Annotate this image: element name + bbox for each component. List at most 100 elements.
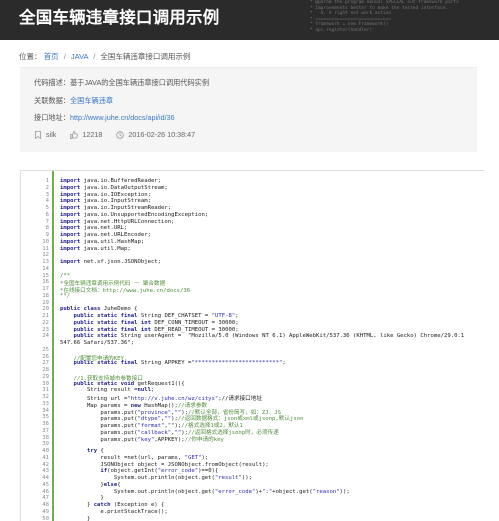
gutter-accent-bar: [52, 171, 54, 521]
line-number: 3: [21, 192, 49, 198]
line-number: 45: [21, 482, 49, 488]
breadcrumb-label: 位置：: [19, 52, 42, 61]
line-number: 33: [21, 401, 49, 407]
code-line: }else{: [60, 482, 121, 488]
description-value: 基于JAVA的全国车辆违章接口调用代码实例: [70, 78, 209, 87]
line-number: 48: [21, 502, 49, 508]
line-number: 28: [21, 367, 49, 373]
line-number: 31: [21, 387, 49, 393]
code-line: public static final int DEF_CONN_TIMEOUT…: [60, 320, 239, 326]
code-line: System.out.println(object.get("error_cod…: [60, 489, 350, 495]
author-name: silk: [46, 130, 56, 139]
code-line: import java.net.URL;: [60, 225, 127, 231]
code-line: public static void getRequest1(){: [60, 381, 185, 387]
breadcrumb-separator: /: [93, 52, 95, 61]
code-line: public static final String APPKEY ="****…: [60, 360, 286, 366]
breadcrumb-home-link[interactable]: 首页: [44, 52, 59, 61]
breadcrumb-java-link[interactable]: JAVA: [71, 52, 88, 61]
line-number: 39: [21, 441, 49, 447]
bookmark-icon: [34, 131, 42, 139]
line-number: 25: [21, 347, 49, 353]
line-number: 5: [21, 205, 49, 211]
code-line: }: [60, 516, 90, 521]
code-line: if(object.getInt("error_code")==0){: [60, 468, 218, 474]
author-meta: silk: [34, 130, 56, 139]
code-line: import java.io.InputStream;: [60, 198, 151, 204]
line-number: 30: [21, 381, 49, 387]
line-number: 41: [21, 455, 49, 461]
line-number: 44: [21, 475, 49, 481]
line-number: 49: [21, 509, 49, 515]
line-number: 32: [21, 394, 49, 400]
line-number: 7: [21, 219, 49, 225]
clock-icon: [116, 131, 124, 139]
banner-code-background: * @param the program manual SPECIAL out-…: [299, 0, 499, 40]
line-number: 20: [21, 306, 49, 312]
code-line: import java.io.UnsupportedEncodingExcept…: [60, 212, 208, 218]
line-number: 50: [21, 516, 49, 521]
line-number: 40: [21, 448, 49, 454]
description-label: 代码描述：: [34, 78, 70, 87]
code-line: result =net(url, params, "GET");: [60, 455, 208, 461]
code-line: import java.io.IOException;: [60, 192, 151, 198]
line-number: 26: [21, 354, 49, 360]
line-number: 14: [21, 266, 49, 272]
line-number: 11: [21, 246, 49, 252]
meta-row: silk 12218 2016-02-26 10:38:47: [34, 130, 195, 139]
code-line: e.printStackTrace();: [60, 509, 168, 515]
line-number: 16: [21, 279, 49, 285]
page-title: 全国车辆违章接口调用示例: [19, 4, 219, 28]
line-number: 46: [21, 489, 49, 495]
line-number: 2: [21, 185, 49, 191]
code-line: public class JuheDemo {: [60, 306, 137, 312]
code-line: System.out.println(object.get("result"))…: [60, 475, 252, 481]
line-number: 34: [21, 408, 49, 414]
line-number: 43: [21, 468, 49, 474]
line-number: 42: [21, 462, 49, 468]
line-number: 23: [21, 327, 49, 333]
code-line: import java.net.HttpURLConnection;: [60, 219, 175, 225]
thumbs-up-icon: [70, 131, 78, 139]
line-number: 12: [21, 252, 49, 258]
line-number: 22: [21, 320, 49, 326]
code-line: JSONObject object = JSONObject.fromObjec…: [60, 462, 269, 468]
line-number: 38: [21, 435, 49, 441]
line-number: 35: [21, 414, 49, 420]
breadcrumb-separator: /: [64, 52, 66, 61]
breadcrumb: 位置： 首页 / JAVA / 全国车辆违章接口调用示例: [19, 51, 190, 62]
line-number: 18: [21, 293, 49, 299]
views-meta: 12218: [70, 130, 102, 139]
view-count: 12218: [82, 130, 102, 139]
code-block: 1 import java.io.BufferedReader; 2 import j…: [20, 170, 484, 521]
line-number: 8: [21, 225, 49, 231]
api-address-label: 接口地址：: [34, 113, 70, 122]
line-number: 17: [21, 286, 49, 292]
code-line: try {: [60, 448, 104, 454]
line-number: 15: [21, 273, 49, 279]
line-number: 19: [21, 300, 49, 306]
line-number: 4: [21, 198, 49, 204]
code-line: public static final int DEF_READ_TIMEOUT…: [60, 327, 239, 333]
line-number: 6: [21, 212, 49, 218]
line-number: 27: [21, 360, 49, 366]
code-line: *在线接口文档：http://www.juhe.cn/docs/36: [60, 286, 190, 294]
related-data-link[interactable]: 全国车辆违章: [70, 96, 113, 105]
code-line: 547.66 Safari/537.36";: [60, 340, 134, 346]
api-address-link[interactable]: http://www.juhe.cn/docs/api/id/36: [70, 113, 175, 122]
code-line: import java.io.BufferedReader;: [60, 178, 161, 184]
line-number: 1: [21, 178, 49, 184]
line-number: 36: [21, 421, 49, 427]
line-number: 24: [21, 333, 49, 339]
date-meta: 2016-02-26 10:38:47: [116, 130, 195, 139]
line-number: 10: [21, 239, 49, 245]
info-panel: 代码描述：基于JAVA的全国车辆违章接口调用代码实例 关联数据：全国车辆违章 接…: [20, 67, 477, 152]
code-line: import net.sf.json.JSONObject;: [60, 259, 161, 265]
api-address-row: 接口地址：http://www.juhe.cn/docs/api/id/36: [34, 113, 175, 123]
code-line: params.put("key",APPKEY);//你申请的key: [60, 435, 224, 443]
code-line: import java.util.Map;: [60, 246, 131, 252]
code-line: }: [60, 495, 104, 501]
related-data-row: 关联数据：全国车辆违章: [34, 96, 113, 106]
code-line: import java.io.InputStreamReader;: [60, 205, 171, 211]
breadcrumb-current: 全国车辆违章接口调用示例: [100, 52, 190, 61]
code-line: public static final String DEF_CHATSET =…: [60, 313, 239, 319]
